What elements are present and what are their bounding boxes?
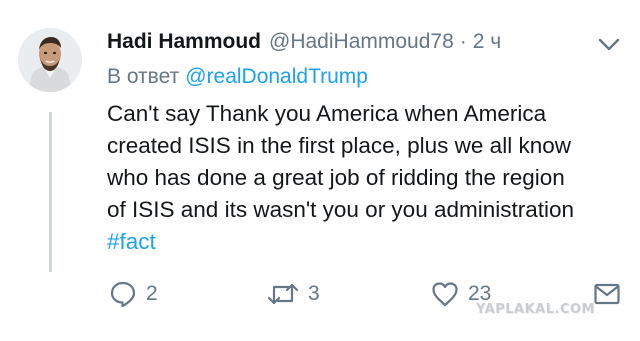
tweet-text-line: created ISIS in the first place, plus we… — [107, 133, 571, 158]
retweet-button[interactable]: 3 — [266, 276, 320, 312]
reply-icon — [108, 279, 138, 309]
tweet-text-line: Can't say Thank you America when America — [107, 101, 547, 126]
reply-count: 2 — [146, 282, 158, 305]
reply-context: В ответ @realDonaldTrump — [107, 65, 368, 89]
tweet-header: Hadi Hammoud @HadiHammoud78 · 2 ч — [107, 30, 501, 60]
reply-prefix: В ответ — [107, 65, 180, 88]
watermark-logo: YAPLAKAL.COM — [476, 302, 595, 317]
tweet-text-line: of ISIS and its wasn't you or you admini… — [107, 197, 575, 222]
tweet[interactable]: Hadi Hammoud @HadiHammoud78 · 2 ч В отве… — [0, 0, 640, 341]
envelope-icon — [592, 279, 622, 309]
reply-button[interactable]: 2 — [108, 276, 158, 312]
separator-dot: · — [459, 30, 467, 53]
reply-mention-link[interactable]: @realDonaldTrump — [185, 65, 368, 88]
retweet-icon — [266, 279, 300, 309]
retweet-count: 3 — [308, 282, 320, 305]
display-name[interactable]: Hadi Hammoud — [107, 30, 261, 54]
tweet-text: Can't say Thank you America when America… — [107, 98, 627, 258]
user-handle[interactable]: @HadiHammoud78 — [269, 30, 454, 54]
heart-icon — [430, 279, 460, 309]
direct-message-button[interactable] — [592, 276, 622, 312]
hashtag-link[interactable]: #fact — [107, 226, 627, 258]
timestamp[interactable]: 2 ч — [473, 30, 501, 54]
chevron-down-icon[interactable] — [597, 37, 621, 53]
thread-line — [49, 112, 52, 272]
avatar[interactable] — [18, 28, 82, 92]
tweet-text-line: who has done a great job of ridding the … — [107, 165, 565, 190]
